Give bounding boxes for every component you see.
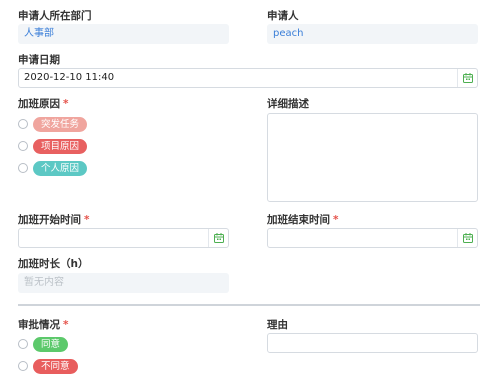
overtime-reason-label: 加班原因 * (18, 98, 69, 110)
detail-textarea[interactable] (267, 113, 478, 202)
duration-value: 暂无内容 (18, 273, 229, 293)
department-value: 人事部 (18, 24, 229, 44)
radio-button[interactable] (18, 163, 28, 173)
required-mark: * (84, 214, 90, 226)
radio-button[interactable] (18, 361, 28, 371)
approval-label: 审批情况 * (18, 319, 69, 331)
tag-personal-reason: 个人原因 (33, 160, 88, 176)
tag-disagree: 不同意 (33, 358, 78, 374)
calendar-icon[interactable] (208, 229, 228, 247)
end-time-label: 加班结束时间 * (267, 214, 339, 226)
radio-button[interactable] (18, 119, 28, 129)
tag-project-reason: 项目原因 (33, 138, 88, 154)
approval-option-disagree[interactable]: 不同意 (18, 358, 78, 374)
reason-option-personal[interactable]: 个人原因 (18, 160, 88, 176)
radio-button[interactable] (18, 141, 28, 151)
apply-date-field[interactable]: 2020-12-10 11:40 (18, 68, 478, 88)
apply-date-label: 申请日期 (18, 54, 60, 66)
required-mark: * (63, 98, 69, 110)
calendar-icon[interactable] (457, 229, 477, 247)
start-time-field[interactable] (18, 228, 229, 248)
detail-label: 详细描述 (267, 98, 309, 110)
tag-sudden-task: 突发任务 (33, 116, 88, 132)
reason-option-sudden[interactable]: 突发任务 (18, 116, 88, 132)
apply-date-value: 2020-12-10 11:40 (24, 72, 115, 83)
reason-label: 理由 (267, 319, 288, 331)
applicant-value: peach (267, 24, 478, 44)
tag-agree: 同意 (33, 336, 69, 352)
radio-button[interactable] (18, 339, 28, 349)
reason-option-project[interactable]: 项目原因 (18, 138, 88, 154)
applicant-label: 申请人 (267, 10, 299, 22)
duration-label: 加班时长（h） (18, 258, 89, 270)
required-mark: * (333, 214, 339, 226)
section-divider (18, 304, 480, 306)
start-time-label: 加班开始时间 * (18, 214, 90, 226)
calendar-icon[interactable] (457, 69, 477, 87)
approval-option-agree[interactable]: 同意 (18, 336, 69, 352)
end-time-field[interactable] (267, 228, 478, 248)
department-label: 申请人所在部门 (18, 10, 92, 22)
reason-input[interactable] (267, 333, 478, 353)
required-mark: * (63, 319, 69, 331)
